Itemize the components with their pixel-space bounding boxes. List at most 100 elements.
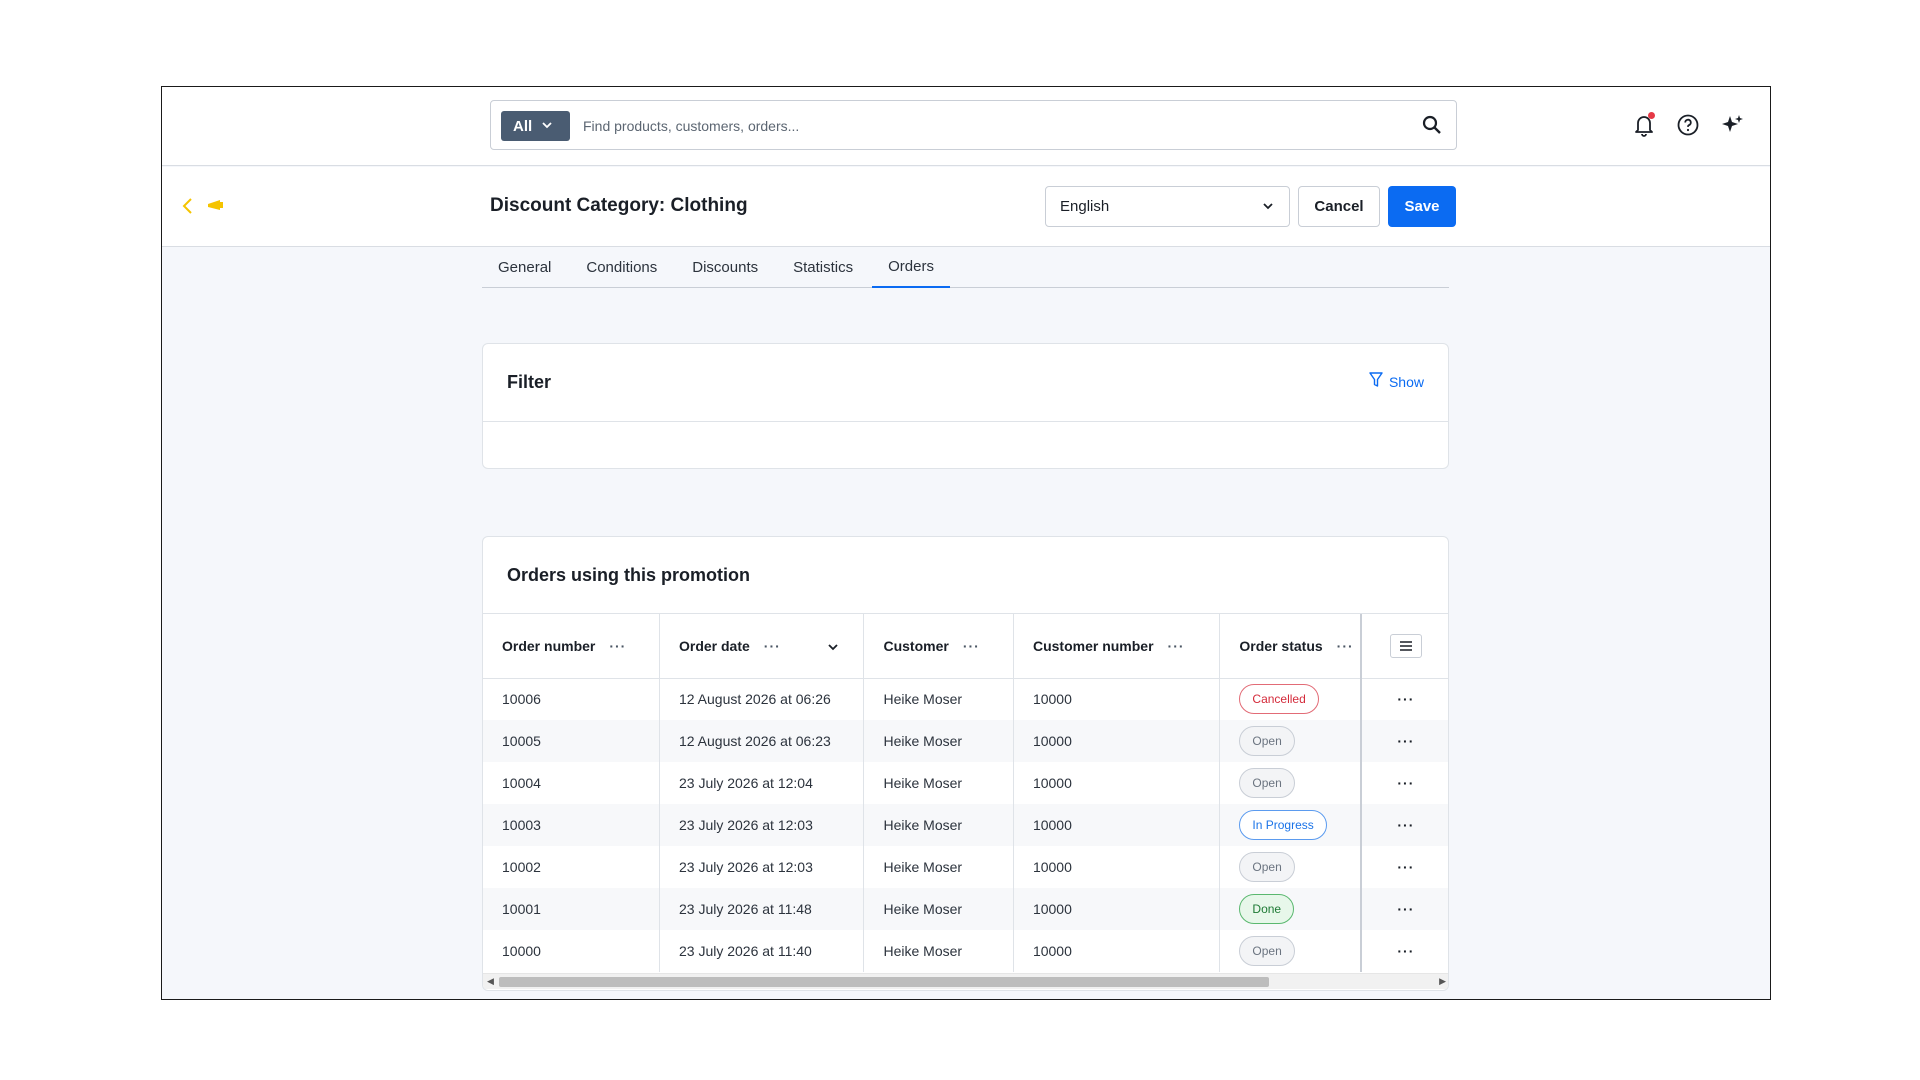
help-circle-icon[interactable] [1674, 111, 1702, 139]
column-header-label: Customer [883, 637, 949, 654]
language-select[interactable]: English [1045, 186, 1290, 227]
more-icon[interactable]: ··· [609, 638, 626, 654]
horizontal-scrollbar[interactable]: ◀ ▶ [483, 973, 1448, 989]
order-status-cell: Open [1219, 762, 1362, 804]
tab-discounts[interactable]: Discounts [676, 247, 774, 287]
more-icon[interactable]: ··· [1397, 691, 1414, 707]
scroll-left-icon[interactable]: ◀ [487, 976, 494, 987]
customer-cell: Heike Moser [863, 804, 1014, 846]
search-input[interactable] [583, 111, 1383, 141]
chevron-left-icon[interactable] [178, 194, 198, 218]
more-icon[interactable]: ··· [1397, 733, 1414, 749]
table-row[interactable]: 10001 23 July 2026 at 11:48 Heike Moser 100… [483, 888, 1448, 930]
more-icon[interactable]: ··· [764, 638, 781, 654]
save-button[interactable]: Save [1388, 186, 1456, 227]
row-actions-cell: ··· [1359, 930, 1448, 972]
table-row[interactable]: 10005 12 August 2026 at 06:23 Heike Moser 1… [483, 720, 1448, 762]
filter-card: Filter Show [482, 343, 1449, 469]
order-number-cell: 10005 [483, 720, 660, 762]
more-icon[interactable]: ··· [963, 638, 980, 654]
tab-general[interactable]: General [482, 247, 567, 287]
order-date-cell: 12 August 2026 at 06:26 [659, 678, 865, 720]
more-icon[interactable]: ··· [1397, 859, 1414, 875]
customer-number-cell: 10000 [1013, 930, 1221, 972]
status-badge: Open [1239, 726, 1295, 756]
customer-cell: Heike Moser [863, 720, 1014, 762]
status-badge: Done [1239, 894, 1295, 924]
order-status-cell: In Progress [1219, 804, 1362, 846]
orders-title: Orders using this promotion [507, 565, 751, 585]
order-date-cell: 23 July 2026 at 12:04 [659, 762, 865, 804]
order-date-cell: 12 August 2026 at 06:23 [659, 720, 865, 762]
tab-statistics[interactable]: Statistics [777, 247, 869, 287]
scroll-right-icon[interactable]: ▶ [1439, 976, 1446, 987]
column-header-label: Order status [1239, 637, 1323, 654]
page-header: Discount Category: Clothing English Canc… [162, 167, 1770, 247]
divider [483, 421, 1448, 422]
status-badge: Open [1239, 936, 1295, 966]
column-header-order-date[interactable]: Order date ··· [659, 614, 865, 679]
order-status-cell: Open [1219, 720, 1362, 762]
table-row[interactable]: 10004 23 July 2026 at 12:04 Heike Moser 100… [483, 762, 1448, 804]
filter-show-label: Show [1388, 373, 1424, 390]
order-status-cell: Done [1219, 888, 1362, 930]
customer-cell: Heike Moser [863, 846, 1014, 888]
more-icon[interactable]: ··· [1397, 943, 1414, 959]
sparkle-icon[interactable] [1718, 111, 1746, 139]
status-badge: In Progress [1239, 810, 1327, 840]
list-settings-icon[interactable] [1389, 633, 1422, 658]
column-header-order-status[interactable]: Order status ··· [1219, 614, 1362, 679]
search-icon[interactable] [1420, 113, 1444, 137]
order-number-cell: 10003 [483, 804, 660, 846]
customer-number-cell: 10000 [1013, 846, 1221, 888]
status-badge: Open [1239, 852, 1295, 882]
order-date-cell: 23 July 2026 at 12:03 [659, 846, 865, 888]
more-icon[interactable]: ··· [1168, 638, 1185, 654]
bell-icon[interactable] [1630, 111, 1658, 139]
customer-cell: Heike Moser [863, 930, 1014, 972]
scrollbar-thumb[interactable] [499, 977, 1269, 987]
chevron-down-icon [542, 120, 552, 132]
order-number-cell: 10002 [483, 846, 660, 888]
more-icon[interactable]: ··· [1397, 775, 1414, 791]
order-status-cell: Open [1219, 930, 1362, 972]
order-number-cell: 10001 [483, 888, 660, 930]
table-row[interactable]: 10000 23 July 2026 at 11:40 Heike Moser 100… [483, 930, 1448, 972]
table-row[interactable]: 10002 23 July 2026 at 12:03 Heike Moser 100… [483, 846, 1448, 888]
tab-orders[interactable]: Orders [872, 247, 950, 288]
table-row[interactable]: 10006 12 August 2026 at 06:26 Heike Moser 1… [483, 678, 1448, 720]
tab-conditions[interactable]: Conditions [570, 247, 673, 287]
megaphone-icon [206, 196, 226, 216]
order-status-cell: Open [1219, 846, 1362, 888]
customer-cell: Heike Moser [863, 888, 1014, 930]
column-header-label: Order date [678, 637, 750, 654]
column-header-order-number[interactable]: Order number ··· [483, 614, 660, 679]
row-actions-cell: ··· [1359, 762, 1448, 804]
order-date-cell: 23 July 2026 at 11:40 [659, 930, 865, 972]
customer-number-cell: 10000 [1013, 888, 1221, 930]
notification-dot [1648, 112, 1655, 119]
row-actions-cell: ··· [1359, 846, 1448, 888]
order-number-cell: 10006 [483, 678, 660, 720]
more-icon[interactable]: ··· [1337, 638, 1354, 654]
cancel-button[interactable]: Cancel [1298, 186, 1380, 227]
more-icon[interactable]: ··· [1397, 901, 1414, 917]
funnel-icon [1369, 372, 1383, 391]
search-scope-dropdown[interactable]: All [501, 111, 570, 141]
filter-title: Filter [507, 372, 552, 392]
tab-bar: General Conditions Discounts Statistics … [482, 247, 1449, 288]
app-window: All Find products, customers, orders... … [161, 86, 1771, 1000]
global-search: All [490, 100, 1457, 150]
customer-number-cell: 10000 [1013, 804, 1221, 846]
more-icon[interactable]: ··· [1397, 817, 1414, 833]
search-scope-label: All [513, 117, 533, 135]
order-date-cell: 23 July 2026 at 12:03 [659, 804, 865, 846]
column-header-customer[interactable]: Customer ··· [863, 614, 1014, 679]
filter-show-button[interactable]: Show [1369, 372, 1424, 391]
column-header-customer-number[interactable]: Customer number ··· [1013, 614, 1221, 679]
order-date-cell: 23 July 2026 at 11:48 [659, 888, 865, 930]
customer-cell: Heike Moser [863, 678, 1014, 720]
table-row[interactable]: 10003 23 July 2026 at 12:03 Heike Moser 100… [483, 804, 1448, 846]
chevron-down-icon[interactable] [827, 640, 839, 656]
status-badge: Cancelled [1239, 684, 1319, 715]
